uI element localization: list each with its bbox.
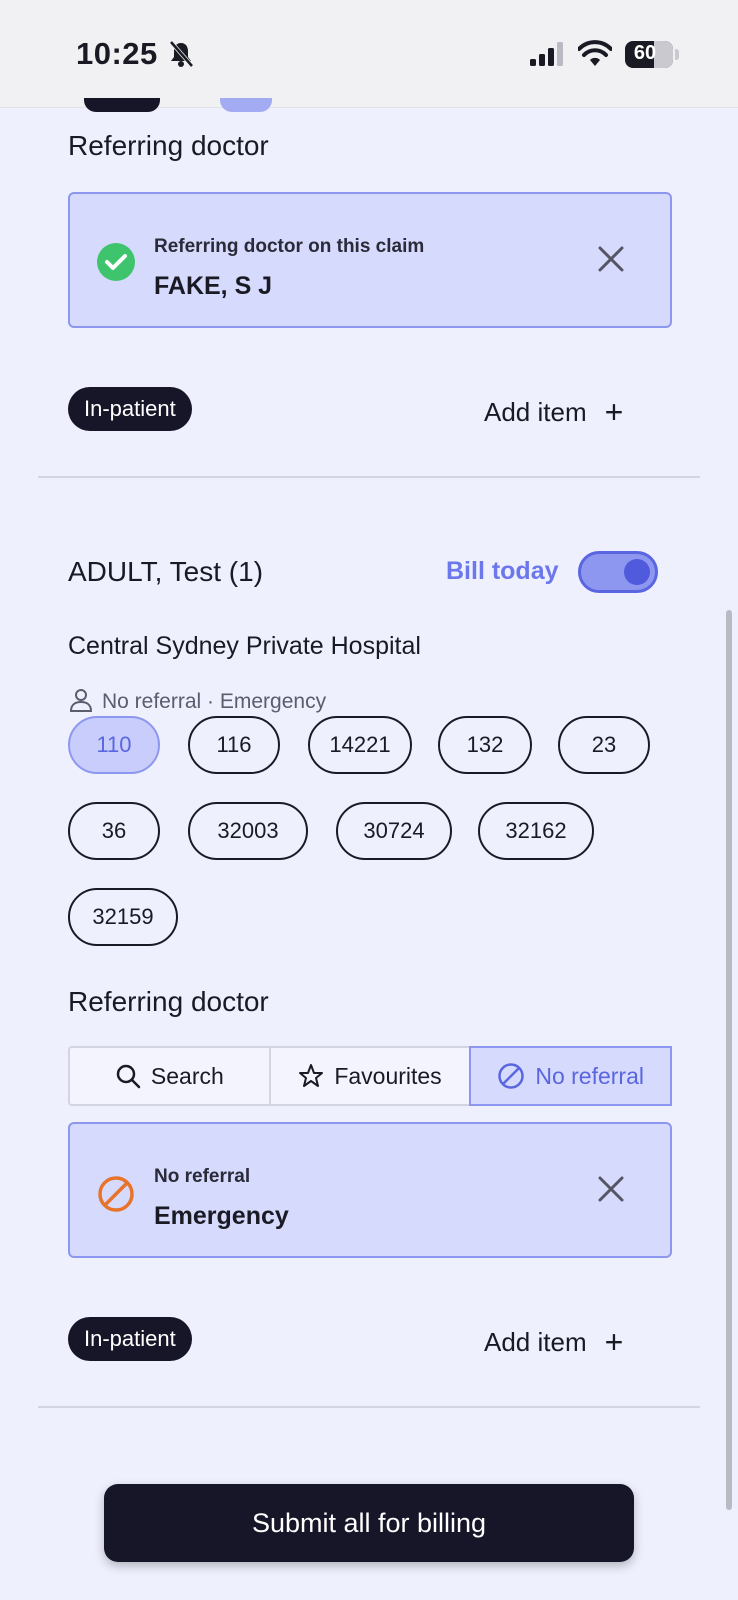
tab-search[interactable]: Search	[70, 1048, 271, 1104]
person-icon	[69, 689, 93, 712]
bill-today-label: Bill today	[446, 557, 559, 585]
divider	[38, 1406, 700, 1408]
code-chip[interactable]: 14221	[308, 716, 412, 774]
bill-today-toggle[interactable]	[578, 551, 658, 593]
close-icon[interactable]	[596, 244, 626, 274]
code-chip[interactable]: 32162	[478, 802, 594, 860]
star-icon	[299, 1064, 324, 1087]
cut-off-chip	[220, 98, 272, 112]
status-bar: 10:25 60	[0, 0, 738, 108]
add-item-button[interactable]: Add item +	[484, 394, 623, 431]
in-patient-badge: In-patient	[68, 387, 192, 431]
close-icon[interactable]	[596, 1174, 626, 1204]
cut-off-chip	[84, 98, 160, 112]
tab-favourites[interactable]: Favourites	[271, 1048, 472, 1104]
referral-tabs: Search Favourites No referral	[68, 1046, 673, 1106]
referring-doctor-heading: Referring doctor	[68, 130, 269, 161]
code-chip[interactable]: 32159	[68, 888, 178, 946]
referring-doctor-heading: Referring doctor	[68, 986, 269, 1017]
referring-doctor-card: Referring doctor on this claim FAKE, S J	[68, 192, 672, 328]
tab-no-referral-label: No referral	[535, 1062, 644, 1089]
code-chip[interactable]: 116	[188, 716, 280, 774]
tab-no-referral[interactable]: No referral	[469, 1046, 673, 1106]
add-item-label: Add item	[484, 1327, 587, 1357]
code-chip[interactable]: 32003	[188, 802, 308, 860]
code-chip[interactable]: 132	[438, 716, 532, 774]
no-referral-reason: Emergency	[154, 1202, 289, 1230]
battery-tip	[675, 49, 679, 60]
check-circle-icon	[97, 243, 135, 281]
tab-search-label: Search	[150, 1062, 224, 1089]
code-chip[interactable]: 36	[68, 802, 160, 860]
cellular-signal-icon	[530, 42, 563, 66]
in-patient-badge: In-patient	[68, 1317, 192, 1361]
code-chip[interactable]: 23	[558, 716, 650, 774]
scrollbar[interactable]	[726, 610, 732, 1510]
code-chip[interactable]: 110	[68, 716, 160, 774]
divider	[38, 476, 700, 478]
patient-name: ADULT, Test (1)	[68, 556, 264, 587]
add-item-button[interactable]: Add item +	[484, 1324, 623, 1361]
submit-all-button[interactable]: Submit all for billing	[104, 1484, 634, 1562]
no-referral-label: No referral	[154, 1166, 251, 1187]
add-item-label: Add item	[484, 397, 587, 427]
plus-icon: +	[604, 1324, 624, 1360]
prohibited-icon	[98, 1176, 134, 1212]
bell-muted-icon	[169, 40, 194, 68]
referral-summary-text: No referral · Emergency	[102, 690, 327, 713]
code-chip[interactable]: 30724	[336, 802, 452, 860]
search-icon	[116, 1064, 141, 1089]
battery-level: 60	[633, 42, 657, 64]
referring-doctor-label: Referring doctor on this claim	[154, 236, 425, 257]
tab-favourites-label: Favourites	[334, 1062, 442, 1089]
plus-icon: +	[604, 394, 624, 430]
hospital-name: Central Sydney Private Hospital	[68, 632, 421, 660]
no-referral-card: No referral Emergency	[68, 1122, 672, 1258]
referral-summary: No referral · Emergency	[68, 688, 326, 714]
referring-doctor-name: FAKE, S J	[154, 272, 273, 300]
wifi-icon	[578, 40, 612, 66]
no-referral-icon	[498, 1063, 525, 1089]
battery-icon: 60	[625, 41, 673, 68]
status-time: 10:25	[76, 36, 158, 71]
